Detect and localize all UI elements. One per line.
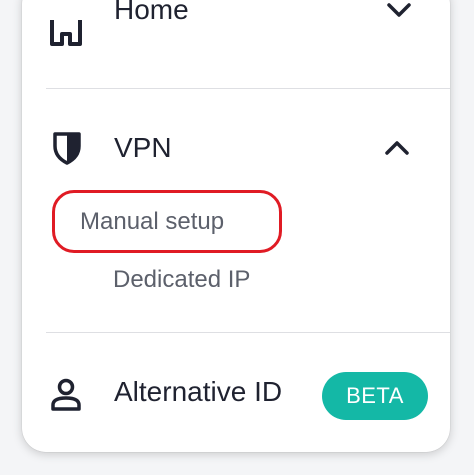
shield-icon [53, 132, 81, 165]
nav-item-home-label: Home [114, 0, 189, 25]
nav-item-alternative-id-label: Alternative ID [114, 376, 283, 407]
beta-badge: BETA [322, 372, 428, 420]
nav-subitem-manual-setup[interactable]: Manual setup [80, 208, 224, 236]
home-icon [50, 20, 82, 46]
nav-item-vpn-label: VPN [114, 132, 172, 163]
nav-item-vpn[interactable]: VPN [22, 128, 450, 180]
chevron-down-icon[interactable] [386, 2, 412, 18]
divider [46, 332, 450, 333]
divider [46, 88, 450, 89]
nav-menu-card: Home VPN Manual setup Dedicated IP Alter… [22, 0, 450, 452]
user-icon [51, 378, 81, 411]
chevron-up-icon[interactable] [384, 140, 410, 156]
nav-item-home[interactable]: Home [22, 0, 450, 68]
nav-subitem-dedicated-ip[interactable]: Dedicated IP [113, 266, 250, 294]
